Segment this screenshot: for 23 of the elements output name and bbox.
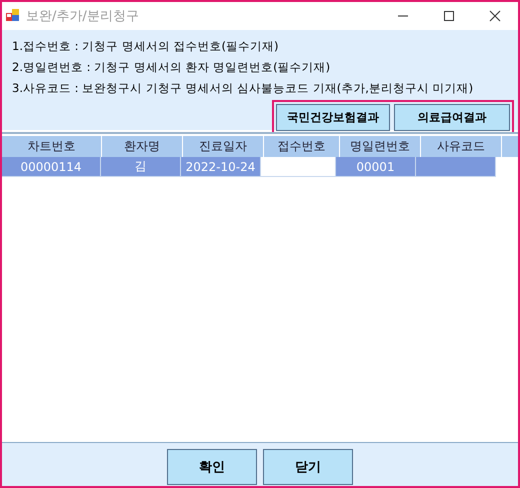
- dialog-button[interactable]: 확인: [167, 449, 257, 485]
- table-cell: 2022-10-24: [181, 157, 261, 177]
- column-header[interactable]: 환자명: [102, 136, 183, 157]
- column-header[interactable]: 차트번호: [2, 136, 102, 157]
- table-cell: 00000114: [2, 157, 101, 177]
- close-icon: [489, 10, 501, 22]
- maximize-icon: [443, 10, 455, 22]
- app-icon: [6, 8, 20, 22]
- column-header[interactable]: 진료일자: [183, 136, 264, 157]
- window-title: 보완/추가/분리청구: [26, 8, 140, 25]
- result-button[interactable]: 국민건강보험결과: [276, 104, 390, 131]
- instruction-text: 2.명일련번호 : 기청구 명세서의 환자 명일련번호(필수기재): [12, 59, 332, 76]
- table-cell: 00001: [336, 157, 416, 177]
- instruction-text: 3.사유코드 : 보완청구시 기청구 명세서의 심사불능코드 기재(추가,분리청구시 미기재): [12, 80, 474, 97]
- table-cell: 김: [101, 157, 181, 177]
- result-button[interactable]: 의료급여결과: [394, 104, 510, 131]
- dialog-button[interactable]: 닫기: [263, 449, 353, 485]
- column-header[interactable]: 명일련번호: [340, 136, 421, 157]
- header-filler: [502, 136, 518, 157]
- input-cell[interactable]: [261, 157, 336, 177]
- instruction-text: 1.접수번호 : 기청구 명세서의 접수번호(필수기재): [12, 38, 280, 55]
- column-header[interactable]: 사유코드: [421, 136, 502, 157]
- column-header[interactable]: 접수번호: [264, 136, 340, 157]
